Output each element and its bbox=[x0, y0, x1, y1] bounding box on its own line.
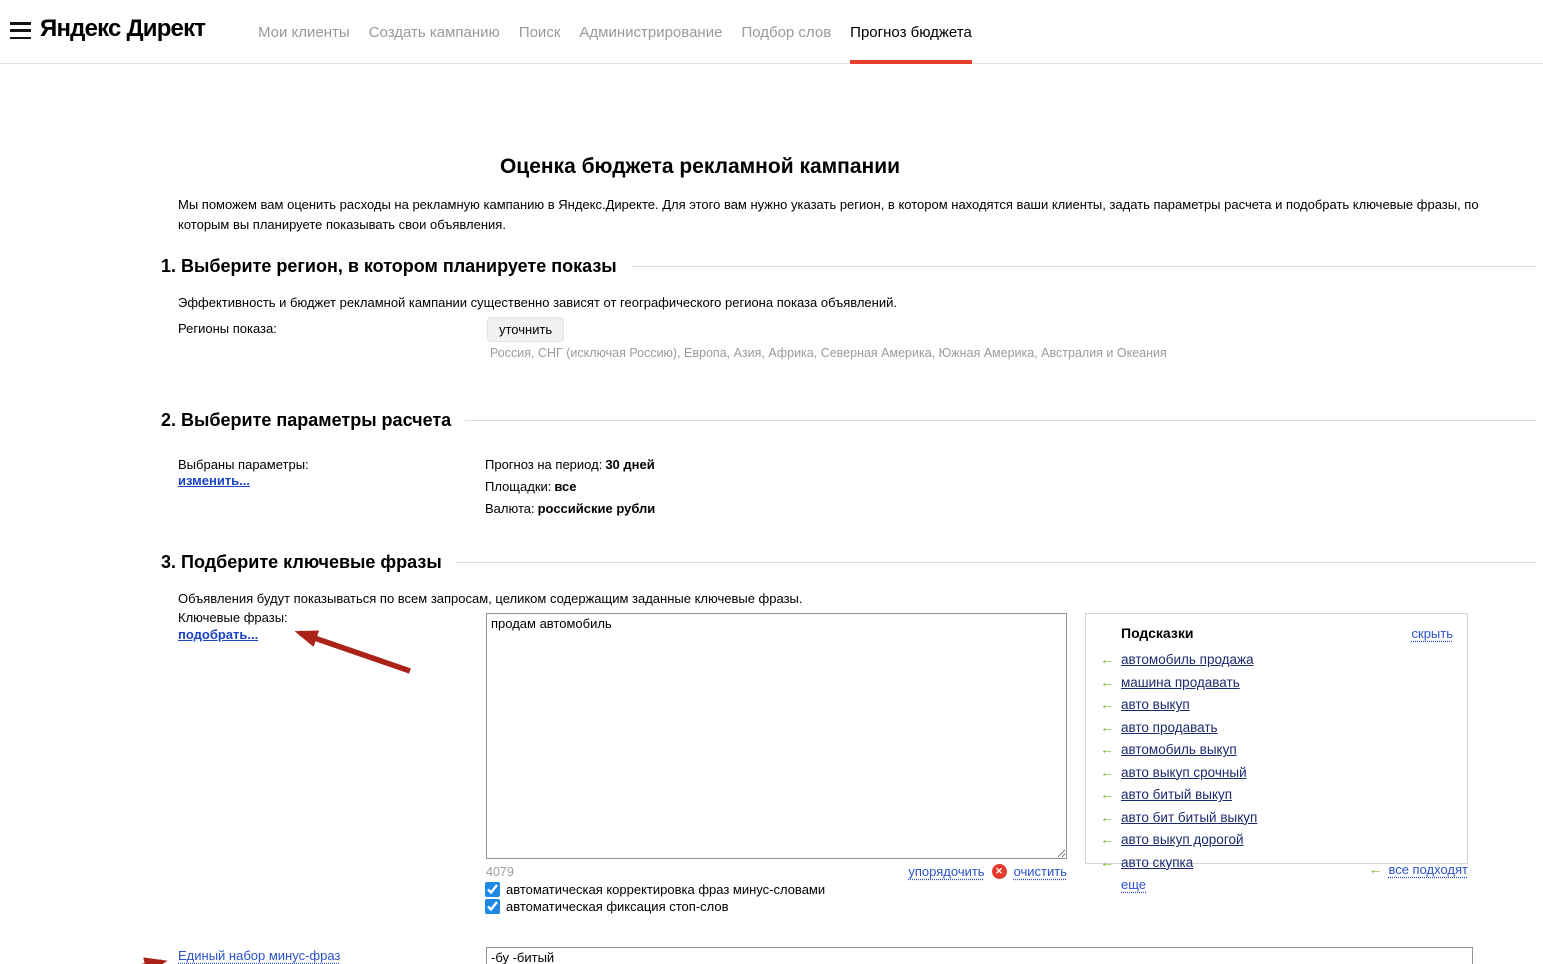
section-2-heading: 2. Выберите параметры расчета bbox=[161, 410, 1537, 431]
add-hint-arrow-icon[interactable]: ← bbox=[1100, 651, 1121, 667]
add-hint-arrow-icon[interactable]: ← bbox=[1100, 674, 1121, 690]
hint-link[interactable]: авто выкуп срочный bbox=[1121, 765, 1247, 780]
platforms-row: Площадки:все bbox=[485, 479, 577, 494]
more-hints-link[interactable]: еще bbox=[1121, 877, 1146, 892]
add-hint-arrow-icon[interactable]: ← bbox=[1100, 809, 1121, 825]
hint-item: ←авто бит битый выкуп bbox=[1100, 809, 1453, 825]
auto-fix-stopwords-checkbox[interactable] bbox=[485, 899, 500, 914]
section-3-description: Объявления будут показываться по всем за… bbox=[178, 589, 802, 609]
hint-item: ←авто выкуп срочный bbox=[1100, 764, 1453, 780]
currency-row: Валюта:российские рубли bbox=[485, 501, 655, 516]
clear-phrases-link[interactable]: очистить bbox=[1014, 864, 1067, 879]
add-all-arrow-icon: ← bbox=[1368, 861, 1382, 877]
minus-phrases-textarea[interactable]: -бу -битый bbox=[486, 947, 1473, 964]
section-1-heading: 1. Выберите регион, в котором планируете… bbox=[161, 256, 1537, 277]
nav-item-search[interactable]: Поиск bbox=[519, 0, 561, 64]
hint-link[interactable]: авто выкуп дорогой bbox=[1121, 832, 1244, 847]
budget-forecast-page: Оценка бюджета рекламной кампании Мы пом… bbox=[0, 64, 1543, 964]
auto-fix-stopwords-row: автоматическая фиксация стоп-слов bbox=[485, 899, 729, 914]
add-hint-arrow-icon[interactable]: ← bbox=[1100, 719, 1121, 735]
keywords-textarea[interactable]: продам автомобиль bbox=[486, 613, 1067, 859]
char-counter: 4079 bbox=[486, 865, 514, 879]
keywords-toolbar: 4079 упорядочить ✕ очистить bbox=[486, 864, 1067, 879]
hint-link[interactable]: авто выкуп bbox=[1121, 697, 1190, 712]
section-3-heading: 3. Подберите ключевые фразы bbox=[161, 552, 1537, 573]
main-nav: Мои клиенты Создать кампанию Поиск Админ… bbox=[258, 0, 972, 64]
hints-panel: Подсказки скрыть ←автомобиль продажа ←ма… bbox=[1085, 613, 1468, 864]
hint-link[interactable]: авто бит битый выкуп bbox=[1121, 810, 1257, 825]
nav-item-word-selection[interactable]: Подбор слов bbox=[741, 0, 831, 64]
nav-item-budget-forecast[interactable]: Прогноз бюджета bbox=[850, 0, 972, 64]
clear-x-icon[interactable]: ✕ bbox=[992, 864, 1007, 879]
nav-item-administration[interactable]: Администрирование bbox=[579, 0, 722, 64]
page-title: Оценка бюджета рекламной кампании bbox=[0, 155, 1400, 179]
hint-link[interactable]: авто битый выкуп bbox=[1121, 787, 1232, 802]
hint-item: ←авто выкуп дорогой bbox=[1100, 831, 1453, 847]
hints-header: Подсказки скрыть bbox=[1100, 625, 1453, 641]
keywords-label: Ключевые фразы: bbox=[178, 610, 288, 625]
nav-item-my-clients[interactable]: Мои клиенты bbox=[258, 0, 350, 64]
hint-item: ←автомобиль продажа bbox=[1100, 651, 1453, 667]
change-params-link[interactable]: изменить... bbox=[178, 473, 250, 488]
all-hints-fit-row: ← все подходят bbox=[1085, 861, 1468, 877]
refine-regions-button[interactable]: уточнить bbox=[487, 317, 564, 342]
nav-item-create-campaign[interactable]: Создать кампанию bbox=[369, 0, 500, 64]
hint-item: ←машина продавать bbox=[1100, 674, 1453, 690]
hint-link[interactable]: автомобиль выкуп bbox=[1121, 742, 1237, 757]
top-navigation-bar: Яндекс Директ Мои клиенты Создать кампан… bbox=[0, 0, 1543, 64]
keywords-annotation-arrow bbox=[300, 633, 410, 671]
hint-link[interactable]: автомобиль продажа bbox=[1121, 652, 1254, 667]
section-1-description: Эффективность и бюджет рекламной кампани… bbox=[178, 293, 897, 313]
heading-divider bbox=[631, 266, 1537, 267]
pick-keywords-link[interactable]: подобрать... bbox=[178, 627, 258, 642]
add-hint-arrow-icon[interactable]: ← bbox=[1100, 696, 1121, 712]
hint-link[interactable]: авто продавать bbox=[1121, 720, 1218, 735]
chosen-params-label: Выбраны параметры: bbox=[178, 457, 309, 472]
heading-divider bbox=[456, 562, 1537, 563]
add-hint-arrow-icon[interactable]: ← bbox=[1100, 764, 1121, 780]
auto-correct-checkbox[interactable] bbox=[485, 882, 500, 897]
app-logo[interactable]: Яндекс Директ bbox=[40, 15, 205, 43]
hint-item: ←авто выкуп bbox=[1100, 696, 1453, 712]
regions-value: Россия, СНГ (исключая Россию), Европа, А… bbox=[490, 346, 1167, 360]
hints-list: ←автомобиль продажа ←машина продавать ←а… bbox=[1100, 651, 1453, 870]
add-hint-arrow-icon[interactable]: ← bbox=[1100, 786, 1121, 802]
intro-text: Мы поможем вам оценить расходы на реклам… bbox=[178, 195, 1532, 235]
hamburger-menu-icon[interactable] bbox=[10, 22, 31, 39]
hint-item: ←авто битый выкуп bbox=[1100, 786, 1453, 802]
hint-item: ←авто продавать bbox=[1100, 719, 1453, 735]
hints-title: Подсказки bbox=[1121, 625, 1193, 641]
all-hints-fit-link[interactable]: все подходят bbox=[1388, 862, 1468, 877]
sort-phrases-link[interactable]: упорядочить bbox=[908, 864, 984, 879]
forecast-period-row: Прогноз на период:30 дней bbox=[485, 457, 655, 472]
hide-hints-link[interactable]: скрыть bbox=[1412, 626, 1454, 641]
hint-item: ←автомобиль выкуп bbox=[1100, 741, 1453, 757]
minus-phrases-link[interactable]: Единый набор минус-фраз bbox=[178, 948, 340, 963]
add-hint-arrow-icon[interactable]: ← bbox=[1100, 831, 1121, 847]
hint-link[interactable]: машина продавать bbox=[1121, 675, 1240, 690]
heading-divider bbox=[465, 420, 1537, 421]
regions-label: Регионы показа: bbox=[178, 321, 277, 336]
add-hint-arrow-icon[interactable]: ← bbox=[1100, 741, 1121, 757]
auto-correct-row: автоматическая корректировка фраз минус-… bbox=[485, 882, 825, 897]
